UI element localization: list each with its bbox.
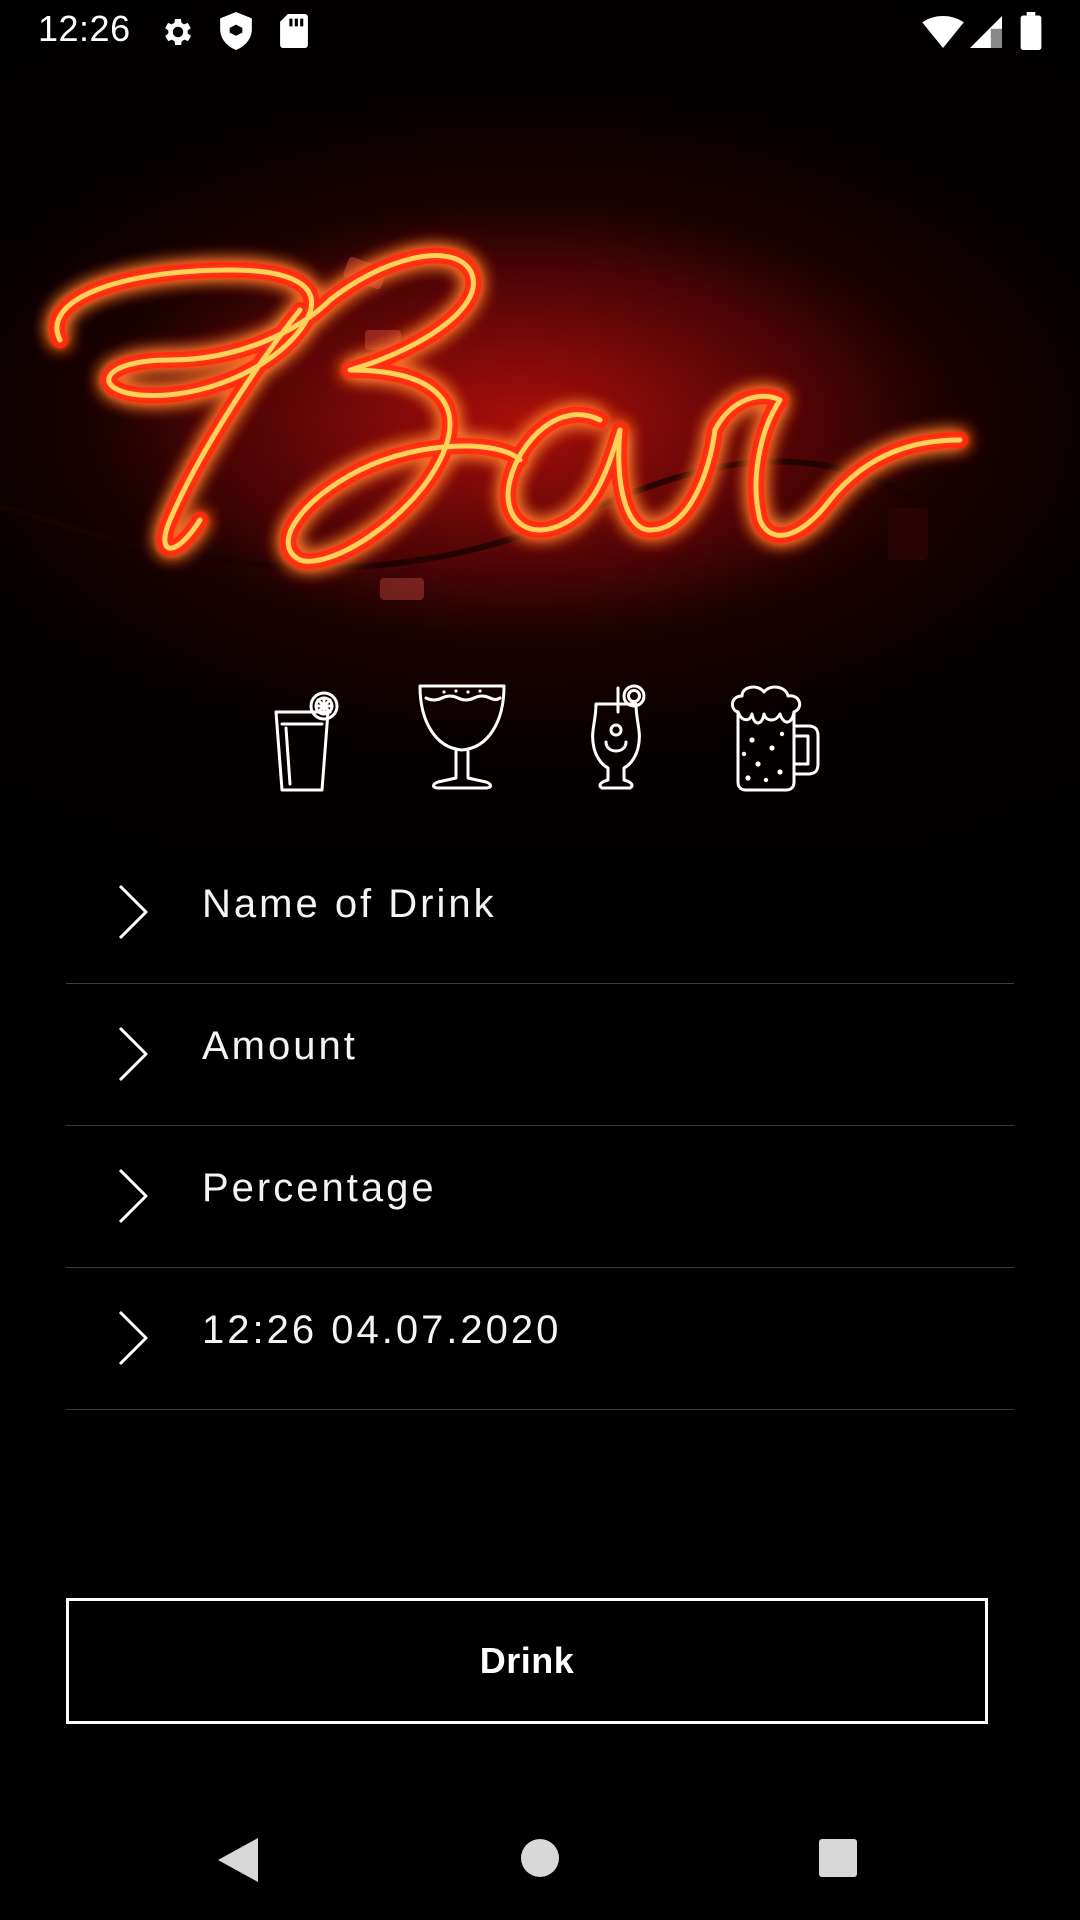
chevron-right-icon [118, 884, 148, 940]
chevron-right-icon [118, 1310, 148, 1366]
drink-entry-screen: 12:26 Name of Drink Amount Percentage 12… [0, 0, 1080, 1920]
system-nav-bar [0, 1800, 1080, 1920]
wine-glass-icon[interactable] [416, 682, 508, 792]
cell-signal-icon [970, 16, 1002, 48]
chevron-right-icon [118, 1026, 148, 1082]
percentage-label: Percentage [202, 1166, 437, 1210]
datetime-label: 12:26 04.07.2020 [202, 1308, 562, 1352]
home-icon[interactable] [520, 1838, 560, 1878]
cocktail-glass-icon[interactable] [588, 682, 650, 794]
amount-field[interactable]: Amount [66, 984, 1014, 1126]
datetime-field[interactable]: 12:26 04.07.2020 [66, 1268, 1014, 1410]
gear-icon [165, 18, 192, 46]
recents-icon[interactable] [818, 1838, 858, 1878]
beer-mug-icon[interactable] [728, 682, 824, 792]
status-bar: 12:26 [0, 0, 1080, 64]
name-of-drink-field[interactable]: Name of Drink [66, 842, 1014, 984]
chevron-right-icon [118, 1168, 148, 1224]
drink-form: Name of Drink Amount Percentage 12:26 04… [66, 842, 1014, 1410]
status-time: 12:26 [38, 8, 131, 49]
percentage-field[interactable]: Percentage [66, 1126, 1014, 1268]
longdrink-glass-icon[interactable] [270, 690, 342, 796]
battery-icon [1020, 12, 1042, 50]
sd-card-icon [280, 14, 308, 48]
shield-icon [220, 12, 252, 50]
drink-type-selector [0, 676, 1080, 796]
drink-button[interactable]: Drink [66, 1598, 988, 1724]
back-icon[interactable] [216, 1836, 260, 1884]
amount-label: Amount [202, 1024, 358, 1068]
wifi-icon [922, 16, 964, 48]
name-of-drink-label: Name of Drink [202, 882, 497, 926]
